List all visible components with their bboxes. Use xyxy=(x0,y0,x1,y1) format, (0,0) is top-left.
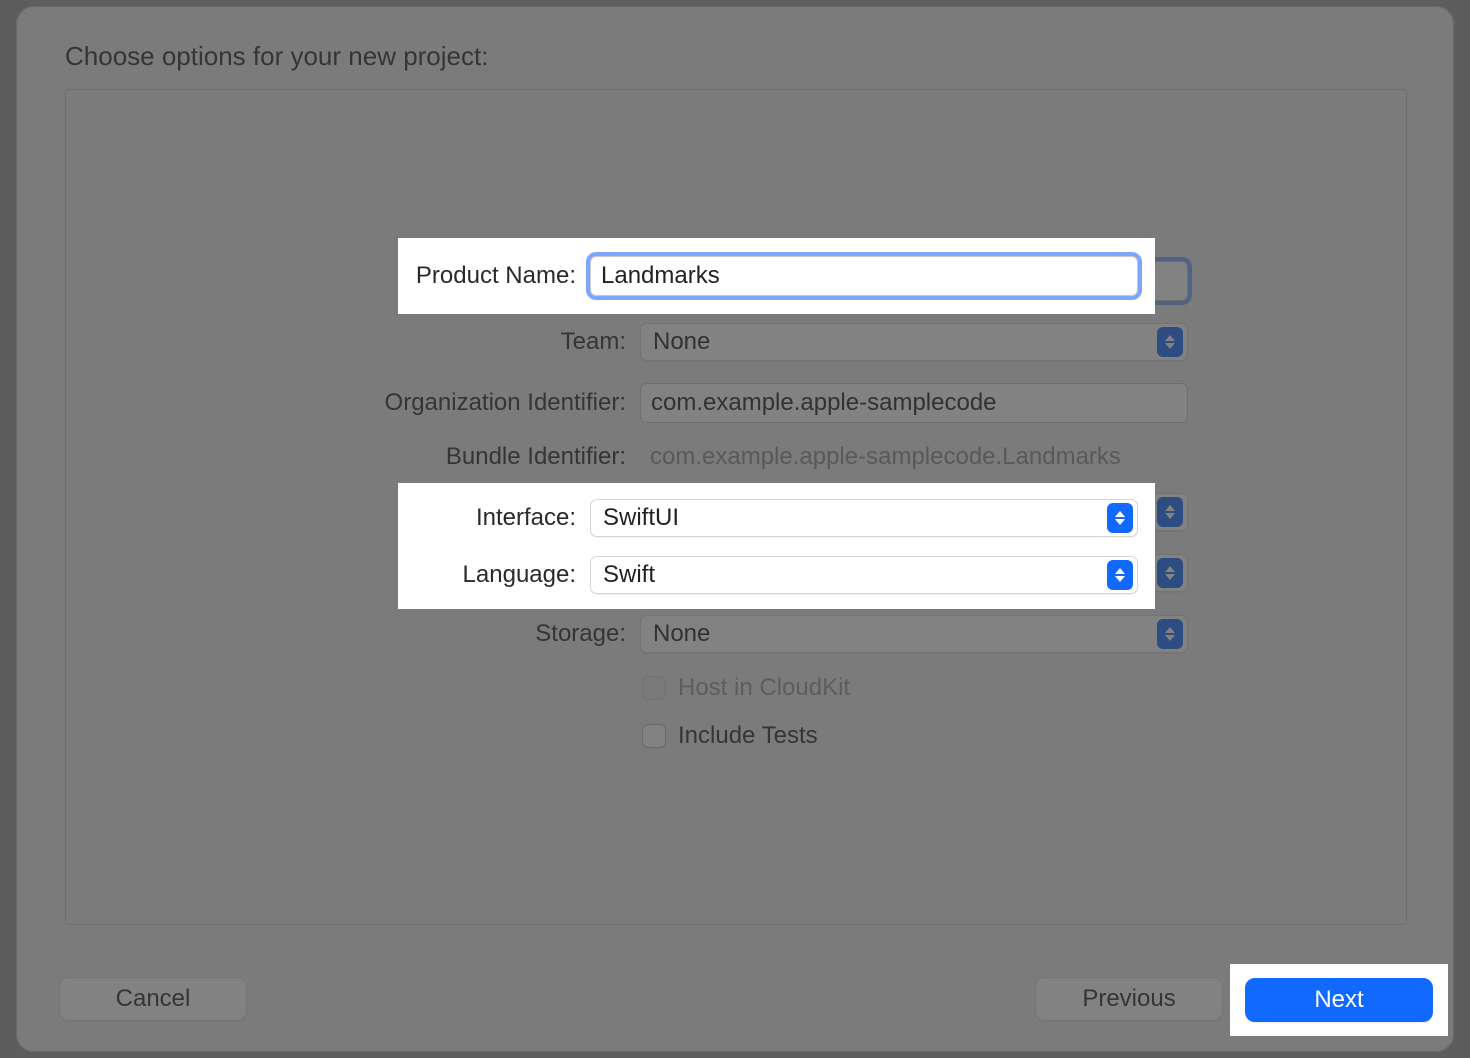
row-cloudkit: Host in CloudKit xyxy=(66,664,1406,712)
updown-icon xyxy=(1157,327,1183,357)
cancel-button[interactable]: Cancel xyxy=(59,977,247,1021)
label-cloudkit: Host in CloudKit xyxy=(678,674,850,702)
label-product-name: Product Name: xyxy=(398,262,590,290)
row-storage: Storage: None xyxy=(66,603,1406,664)
label-org-id: Organization Identifier: xyxy=(66,389,640,417)
interface-popup[interactable]: SwiftUI xyxy=(590,499,1138,537)
sheet-title: Choose options for your new project: xyxy=(65,41,488,72)
interface-value: SwiftUI xyxy=(603,504,679,532)
team-value: None xyxy=(653,328,710,356)
product-name-input[interactable] xyxy=(590,256,1138,296)
cancel-button-label: Cancel xyxy=(116,985,191,1013)
previous-button[interactable]: Previous xyxy=(1035,977,1223,1021)
options-form: Product Name: Team: None Organization Id… xyxy=(66,90,1406,760)
row-bundle-id: Bundle Identifier: com.example.apple-sam… xyxy=(66,433,1406,481)
label-team: Team: xyxy=(66,328,640,356)
row-org-id: Organization Identifier: xyxy=(66,372,1406,433)
highlight-next-button: Next xyxy=(1230,964,1448,1036)
next-button[interactable]: Next xyxy=(1245,978,1433,1022)
label-bundle-id: Bundle Identifier: xyxy=(66,443,640,471)
highlight-interface-language: Interface: SwiftUI Language: Swift xyxy=(398,483,1155,609)
org-id-input[interactable] xyxy=(640,383,1188,423)
storage-value: None xyxy=(653,620,710,648)
storage-popup[interactable]: None xyxy=(640,615,1188,653)
language-value: Swift xyxy=(603,561,655,589)
row-include-tests: Include Tests xyxy=(66,712,1406,760)
team-popup[interactable]: None xyxy=(640,323,1188,361)
language-popup[interactable]: Swift xyxy=(590,556,1138,594)
label-storage: Storage: xyxy=(66,620,640,648)
previous-button-label: Previous xyxy=(1082,985,1175,1013)
include-tests-checkbox[interactable] xyxy=(642,724,666,748)
label-interface: Interface: xyxy=(398,504,590,532)
label-include-tests: Include Tests xyxy=(678,722,818,750)
cloudkit-checkbox xyxy=(642,676,666,700)
updown-icon xyxy=(1157,619,1183,649)
row-team: Team: None xyxy=(66,311,1406,372)
highlight-product-name: Product Name: xyxy=(398,238,1155,314)
bundle-id-value: com.example.apple-samplecode.Landmarks xyxy=(640,443,1188,471)
updown-icon xyxy=(1157,558,1183,588)
label-language: Language: xyxy=(398,561,590,589)
updown-icon xyxy=(1157,497,1183,527)
next-button-label: Next xyxy=(1314,986,1363,1014)
updown-icon xyxy=(1107,560,1133,590)
updown-icon xyxy=(1107,503,1133,533)
